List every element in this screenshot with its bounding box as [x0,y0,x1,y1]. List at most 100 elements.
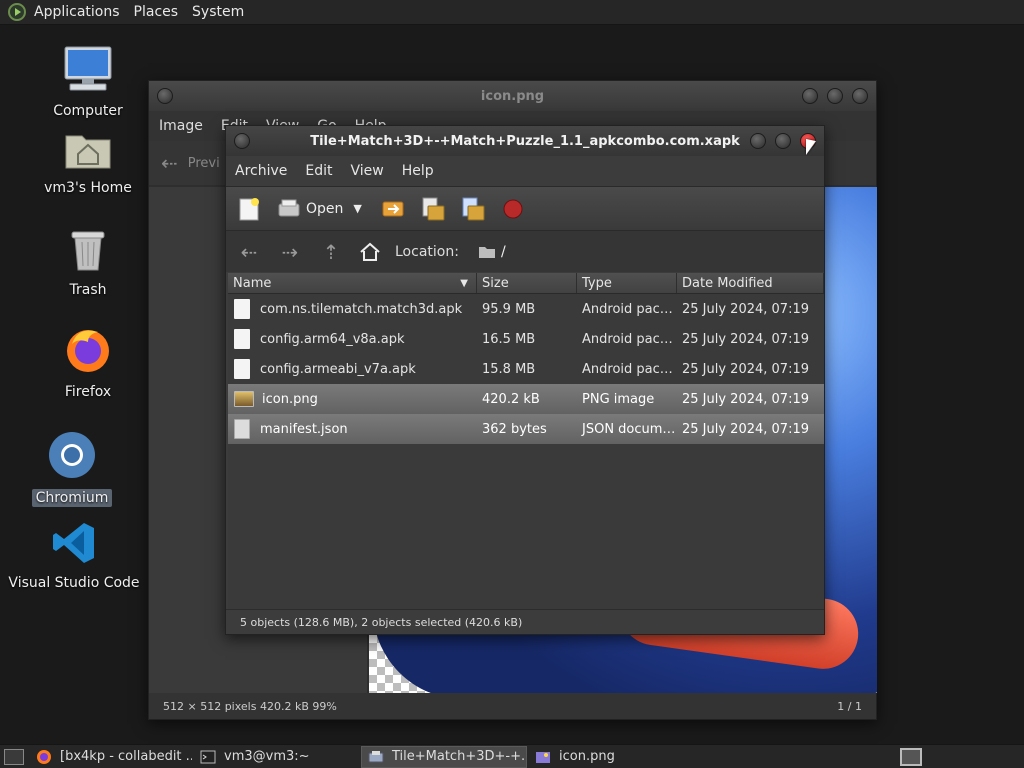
show-desktop-button[interactable] [4,748,24,765]
file-size: 95.9 MB [482,301,536,317]
stop-icon[interactable] [500,196,526,222]
desktop-icon-vscode[interactable]: Visual Studio Code [4,521,144,591]
file-type: PNG image [582,391,655,407]
file-name: config.armeabi_v7a.apk [260,361,416,377]
task-label: vm3@vm3:~ [224,749,310,764]
desktop-icon-home[interactable]: vm3's Home [18,128,158,196]
desktop-label: Visual Studio Code [8,575,140,591]
maximize-button[interactable] [827,88,843,104]
archive-manager-window: Tile+Match+3D+-+Match+Puzzle_1.1_apkcomb… [225,125,825,635]
desktop-icon-trash[interactable]: Trash [18,228,158,298]
terminal-icon [200,750,216,763]
desktop-icon-firefox[interactable]: Firefox [18,326,158,400]
desktop-label: Trash [69,282,107,298]
table-row[interactable]: manifest.json 362 bytes JSON docum… 25 J… [228,414,824,444]
menu-view[interactable]: View [351,163,384,179]
menu-applications[interactable]: Applications [34,4,120,20]
desktop-label: Computer [53,103,123,119]
menu-help[interactable]: Help [402,163,434,179]
open-dropdown-arrow-icon[interactable]: ▼ [353,202,361,215]
vscode-icon [53,523,94,563]
location-bar: ⇠ ⇢ ⇡ Location: / [226,230,824,272]
file-name: icon.png [262,391,318,407]
folder-icon [478,247,495,258]
archive-toolbar: Open ▼ [226,186,824,230]
table-row[interactable]: icon.png 420.2 kB PNG image 25 July 2024… [228,384,824,414]
column-size[interactable]: Size [477,273,577,293]
back-arrow-icon[interactable]: ⇠ [161,151,178,175]
file-name: manifest.json [260,421,348,437]
file-name: com.ns.tilematch.match3d.apk [260,301,463,317]
location-path[interactable]: / [501,244,506,260]
back-icon[interactable]: ⇠ [236,240,262,264]
add-files-icon[interactable] [420,196,446,222]
file-date: 25 July 2024, 07:19 [682,421,809,437]
file-size: 420.2 kB [482,391,540,407]
image-viewer-icon [536,751,550,763]
window-menu-button[interactable] [234,133,250,149]
desktop-icon-chromium[interactable]: Chromium [2,430,142,507]
open-button[interactable]: Open [306,201,343,217]
menu-edit[interactable]: Edit [305,163,332,179]
minimize-button[interactable] [802,88,818,104]
column-date-modified[interactable]: Date Modified [677,273,824,293]
workspace-switcher[interactable] [900,747,922,766]
up-icon[interactable]: ⇡ [318,240,344,264]
column-name[interactable]: Name ▼ [228,273,477,293]
desktop-icon-computer[interactable]: Computer [18,45,158,119]
column-type[interactable]: Type [577,273,677,293]
file-size: 15.8 MB [482,361,536,377]
archive-menubar: Archive Edit View Help [226,156,824,186]
home-folder-icon [65,135,111,169]
previous-button[interactable]: Previ [188,156,220,171]
json-icon [234,419,250,439]
home-icon[interactable] [359,242,381,262]
viewer-title: icon.png [480,88,545,104]
document-icon [234,359,250,379]
sort-arrow-icon: ▼ [460,278,468,289]
page-indicator: 1 / 1 [837,699,862,713]
desktop-label: vm3's Home [44,180,132,196]
computer-icon [64,46,112,91]
archive-title: Tile+Match+3D+-+Match+Puzzle_1.1_apkcomb… [310,133,740,149]
task-image-viewer[interactable]: icon.png [529,746,659,768]
file-type: Android pac… [582,361,673,377]
desktop-label: Chromium [31,489,113,507]
menu-image[interactable]: Image [159,118,203,134]
menu-system[interactable]: System [192,4,244,20]
maximize-button[interactable] [775,133,791,149]
minimize-button[interactable] [750,133,766,149]
task-archive-manager[interactable]: Tile+Match+3D+-+... [361,745,527,768]
file-size: 362 bytes [482,421,547,437]
close-button[interactable] [852,88,868,104]
archive-titlebar[interactable]: Tile+Match+3D+-+Match+Puzzle_1.1_apkcomb… [226,126,824,156]
forward-icon[interactable]: ⇢ [277,240,303,264]
task-terminal[interactable]: vm3@vm3:~ [194,746,359,768]
task-firefox[interactable]: [bx4kp - collabedit ... [30,746,192,768]
table-row[interactable]: config.armeabi_v7a.apk 15.8 MB Android p… [228,354,824,384]
add-folder-icon[interactable] [460,196,486,222]
taskbar: [bx4kp - collabedit ... vm3@vm3:~ Tile+M… [0,744,1024,768]
task-label: icon.png [559,749,615,764]
task-label: [bx4kp - collabedit ... [60,749,192,764]
file-list: Name ▼ Size Type Date Modified com.ns.ti… [228,273,824,610]
desktop-label: Firefox [64,384,112,400]
viewer-titlebar[interactable]: icon.png [149,81,876,111]
file-date: 25 July 2024, 07:19 [682,301,809,317]
open-archive-icon[interactable] [276,196,302,222]
file-type: Android pac… [582,331,673,347]
viewer-statusbar: 512 × 512 pixels 420.2 kB 99% 1 / 1 [149,693,876,719]
table-row[interactable]: com.ns.tilematch.match3d.apk 95.9 MB And… [228,294,824,324]
window-menu-button[interactable] [157,88,173,104]
image-info: 512 × 512 pixels 420.2 kB 99% [163,699,337,713]
extract-icon[interactable] [380,196,406,222]
applications-logo-icon[interactable] [8,3,26,21]
menu-places[interactable]: Places [134,4,179,20]
menu-archive[interactable]: Archive [235,163,287,179]
archive-icon [368,750,384,762]
chromium-icon [49,432,95,478]
new-archive-icon[interactable] [236,196,262,222]
file-list-header: Name ▼ Size Type Date Modified [228,273,824,294]
trash-icon [71,231,105,271]
table-row[interactable]: config.arm64_v8a.apk 16.5 MB Android pac… [228,324,824,354]
